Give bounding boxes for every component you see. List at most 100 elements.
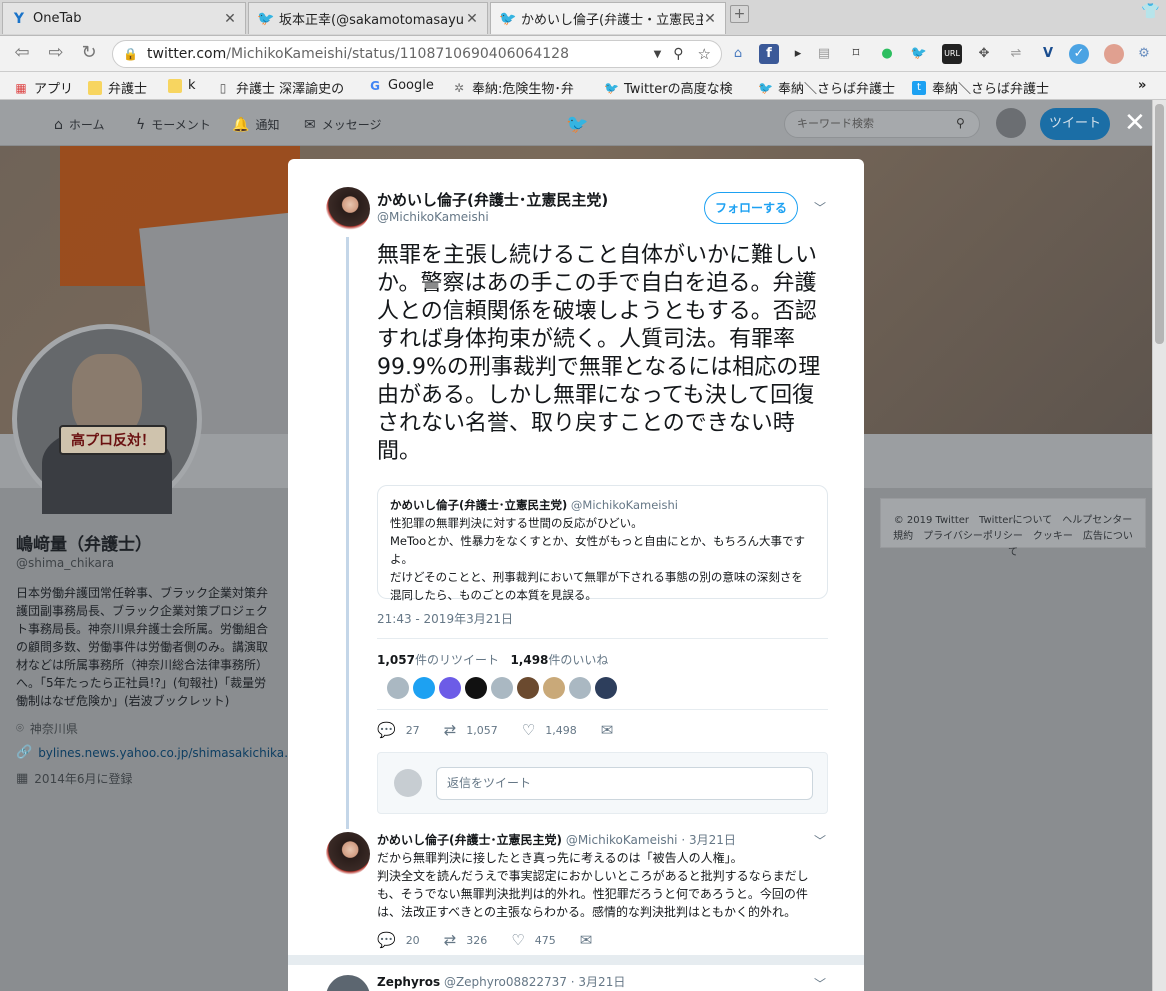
compose-tweet-button[interactable]: ツイート [1040, 108, 1110, 140]
next-author-avatar[interactable] [326, 975, 370, 991]
bookmark-icon[interactable]: ⌑ [846, 44, 866, 64]
follow-button[interactable]: フォローする [704, 192, 798, 224]
next-author-name[interactable]: Zephyros [377, 975, 440, 989]
bookmark-google[interactable]: G Google [368, 78, 434, 93]
bookmark-twitter-search[interactable]: 🐦 Twitterの高度な検 [604, 78, 733, 98]
footer-links-2[interactable]: 規約 プライバシーポリシー クッキー 広告について [891, 529, 1135, 561]
chevron-down-icon[interactable]: ﹀ [814, 975, 826, 991]
reply-input[interactable]: 返信をツイート [436, 767, 813, 800]
reply-button[interactable]: 💬 27 [377, 721, 420, 739]
bookmark-apps[interactable]: ▦ アプリ [14, 78, 73, 98]
new-tab-button[interactable]: + [730, 5, 749, 23]
page-icon: ▯ [219, 80, 227, 95]
like-count: 1,498 [510, 653, 549, 667]
liker-avatar[interactable] [387, 677, 409, 699]
lock-icon: 🔒 [123, 47, 138, 61]
reader-icon[interactable]: ▤ [814, 44, 834, 64]
play-icon[interactable]: ▸ [788, 44, 808, 64]
reply-author-handle[interactable]: @MichikoKameishi [566, 833, 678, 847]
tab-sakamoto[interactable]: 🐦 坂本正幸(@sakamotomasayu ✕ [248, 2, 488, 34]
close-icon[interactable]: ✕ [703, 11, 717, 27]
move-icon[interactable]: ✥ [974, 44, 994, 64]
reply-tweet-date[interactable]: · 3月21日 [681, 833, 736, 847]
mail-icon: ✉ [600, 721, 614, 739]
profile-avatar-icon[interactable] [1104, 44, 1124, 64]
account-avatar[interactable] [996, 108, 1026, 138]
shirt-icon[interactable]: 👕 [1141, 2, 1160, 20]
check-icon[interactable]: ✓ [1069, 44, 1089, 64]
page-scrollbar[interactable] [1152, 100, 1166, 991]
reply-button[interactable]: 💬 20 [377, 931, 420, 949]
tweet-timestamp[interactable]: 21:43 - 2019年3月21日 [377, 610, 513, 627]
bookmark-folder-k[interactable]: k [168, 78, 196, 93]
liker-avatar[interactable] [439, 677, 461, 699]
liker-avatar[interactable] [569, 677, 591, 699]
star-icon[interactable]: ☆ [698, 45, 711, 63]
profile-name[interactable]: 嶋﨑量（弁護士） [16, 530, 152, 555]
bookmark-hono-2[interactable]: t 奉納＼さらば弁護士 [912, 78, 1049, 97]
bookmark-fukazawa[interactable]: ▯ 弁護士 深澤諭史の [216, 78, 344, 98]
liker-avatar[interactable] [491, 677, 513, 699]
footer-links-1[interactable]: © 2019 Twitter Twitterについて ヘルプセンター [891, 513, 1135, 529]
like-button[interactable]: ♡ 475 [511, 931, 555, 949]
search-input[interactable]: キーワード検索 [784, 110, 980, 138]
home-icon[interactable]: ⌂ [728, 44, 748, 64]
evernote-icon[interactable]: ● [877, 44, 897, 64]
close-icon[interactable]: ✕ [465, 11, 479, 27]
next-tweet-date[interactable]: · 3月21日 [571, 975, 626, 989]
bookmark-hono-1[interactable]: 🐦 奉納＼さらば弁護士 [758, 78, 895, 98]
scrollbar-thumb[interactable] [1155, 104, 1164, 344]
nav-moments[interactable]: ϟ モーメント [136, 116, 211, 133]
url-shortener-icon[interactable]: URL [942, 44, 962, 64]
reload-icon[interactable]: ↻ [77, 42, 101, 63]
twitter-ext-icon[interactable]: 🐦 [909, 44, 929, 64]
retweet-button[interactable]: ⇄ 326 [444, 931, 488, 949]
close-modal-button[interactable]: ✕ [1124, 110, 1146, 136]
dropdown-icon[interactable]: ▼ [654, 49, 662, 60]
forward-arrow-icon[interactable]: ⇨ [44, 42, 68, 63]
next-author-handle[interactable]: @Zephyro08822737 [444, 975, 567, 989]
link-icon[interactable]: ⇌ [1006, 44, 1026, 64]
zoom-icon[interactable]: ⚲ [673, 46, 683, 62]
apps-grid-icon: ▦ [15, 80, 27, 95]
liker-avatar[interactable] [517, 677, 539, 699]
dm-button[interactable]: ✉ [601, 721, 624, 739]
liker-avatar[interactable] [413, 677, 435, 699]
twitter-logo-icon[interactable]: 🐦 [566, 114, 588, 135]
retweet-button[interactable]: ⇄ 1,057 [444, 721, 498, 739]
profile-avatar[interactable]: 高プロ反対！ [12, 324, 202, 514]
author-name[interactable]: かめいし倫子(弁護士･立憲民主党) [377, 189, 608, 210]
nav-notifications[interactable]: 🔔 通知 [232, 116, 279, 133]
address-bar[interactable]: 🔒 twitter.com/MichikoKameishi/status/110… [112, 40, 722, 68]
bookmark-folder-lawyer[interactable]: 弁護士 [88, 78, 147, 97]
back-arrow-icon[interactable]: ⇦ [10, 42, 34, 63]
liker-avatar[interactable] [465, 677, 487, 699]
like-button[interactable]: ♡ 1,498 [522, 721, 577, 739]
search-icon[interactable]: ⚲ [956, 116, 965, 130]
reply-author-name[interactable]: かめいし倫子(弁護士･立憲民主党) [377, 833, 562, 847]
settings-gear-icon[interactable]: ⚙ [1134, 44, 1154, 64]
facebook-icon[interactable]: f [759, 44, 779, 64]
v-extension-icon[interactable]: V [1038, 44, 1058, 64]
liker-avatar[interactable] [543, 677, 565, 699]
nav-home[interactable]: ⌂ ホーム [54, 116, 105, 133]
chevron-down-icon[interactable]: ﹀ [814, 832, 826, 849]
close-icon[interactable]: ✕ [223, 11, 237, 27]
liker-avatar[interactable] [595, 677, 617, 699]
author-handle[interactable]: @MichikoKameishi [377, 210, 489, 224]
nav-messages[interactable]: ✉ メッセージ [304, 116, 382, 133]
tab-kameishi[interactable]: 🐦 かめいし倫子(弁護士・立憲民主 ✕ [490, 2, 726, 34]
bookmarks-overflow[interactable]: » [1138, 78, 1146, 93]
profile-handle[interactable]: @shima_chikara [16, 556, 114, 570]
profile-link[interactable]: 🔗 bylines.news.yahoo.co.jp/shimasakichika… [16, 745, 296, 760]
reply-author-avatar[interactable] [326, 832, 370, 876]
quoted-tweet[interactable]: かめいし倫子(弁護士･立憲民主党) @MichikoKameishi 性犯罪の無… [377, 485, 828, 602]
chevron-down-icon[interactable]: ﹀ [814, 199, 826, 216]
bookmark-hono-danger[interactable]: ✲ 奉納:危険生物･弁 [452, 78, 574, 98]
tweet-stats[interactable]: 1,057件のリツイート 1,498件のいいね [377, 651, 608, 668]
quoted-text-line: 混同したら、ものごとの本質を見誤る。 [390, 588, 597, 602]
retweet-icon: ⇄ [443, 931, 457, 949]
author-avatar[interactable] [326, 187, 370, 231]
dm-button[interactable]: ✉ [580, 931, 603, 949]
tab-onetab[interactable]: Y OneTab ✕ [2, 2, 246, 34]
